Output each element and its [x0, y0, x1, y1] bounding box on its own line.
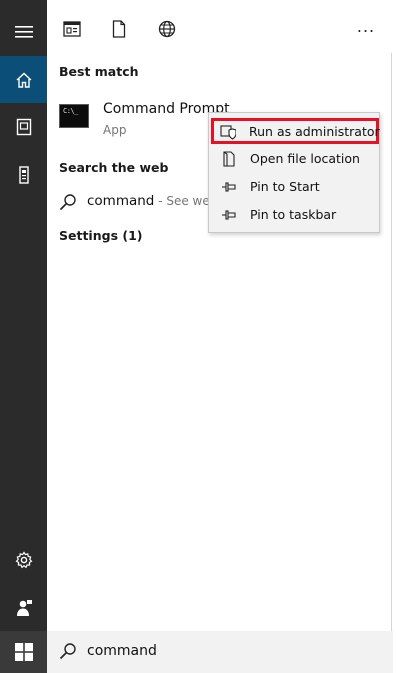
- file-icon: [223, 151, 235, 167]
- menu-item-pin-to-taskbar[interactable]: Pin to taskbar: [213, 202, 377, 228]
- menu-item-pin-to-start[interactable]: Pin to Start: [213, 174, 377, 200]
- hamburger-menu-icon: [14, 25, 33, 38]
- web-query: command: [87, 193, 155, 209]
- home-button[interactable]: [0, 56, 47, 103]
- more-options-button[interactable]: ...: [354, 14, 378, 38]
- web-search-text: command - See wel: [87, 193, 213, 209]
- document-icon: [112, 20, 126, 38]
- start-button[interactable]: [0, 631, 47, 673]
- top-toolbar: ...: [47, 0, 393, 53]
- device-button[interactable]: [0, 151, 47, 198]
- web-filter-button[interactable]: [155, 17, 179, 41]
- search-web-header: Search the web: [59, 160, 169, 175]
- documents-icon: [16, 118, 31, 135]
- app-type: App: [103, 123, 127, 137]
- search-box[interactable]: command: [47, 631, 393, 673]
- menu-item-open-file-location[interactable]: Open file location: [213, 146, 377, 172]
- settings-button[interactable]: [0, 536, 47, 583]
- shield-icon: [220, 125, 236, 140]
- pin-icon: [222, 182, 236, 192]
- search-icon: [59, 194, 76, 211]
- web-globe-icon: [158, 20, 176, 38]
- device-icon: [18, 165, 29, 184]
- search-input[interactable]: command: [87, 643, 157, 659]
- windows-logo-icon: [14, 643, 33, 661]
- command-prompt-icon: C:\_: [59, 104, 89, 128]
- more-options-icon: ...: [356, 16, 376, 36]
- apps-icon: [63, 21, 81, 37]
- user-feedback-button[interactable]: [0, 584, 47, 631]
- hamburger-menu-button[interactable]: [0, 8, 47, 55]
- menu-item-run-as-administrator[interactable]: Run as administrator: [211, 118, 380, 144]
- menu-item-label: Open file location: [250, 151, 360, 166]
- apps-filter-button[interactable]: [60, 17, 84, 41]
- documents-button[interactable]: [0, 103, 47, 150]
- user-feedback-icon: [16, 599, 32, 616]
- settings-header[interactable]: Settings (1): [59, 228, 142, 243]
- home-icon: [16, 72, 31, 88]
- see-web-results-label: - See wel: [154, 194, 214, 208]
- documents-filter-button[interactable]: [107, 17, 131, 41]
- pin-icon: [222, 210, 236, 220]
- gear-icon: [15, 550, 32, 568]
- menu-item-label: Pin to Start: [250, 179, 320, 194]
- sidebar: [0, 0, 47, 673]
- menu-item-label: Pin to taskbar: [250, 207, 337, 222]
- best-match-header: Best match: [59, 64, 139, 79]
- context-menu: Run as administrator Open file location …: [208, 112, 380, 233]
- menu-item-label: Run as administrator: [249, 124, 380, 139]
- search-icon: [59, 643, 76, 660]
